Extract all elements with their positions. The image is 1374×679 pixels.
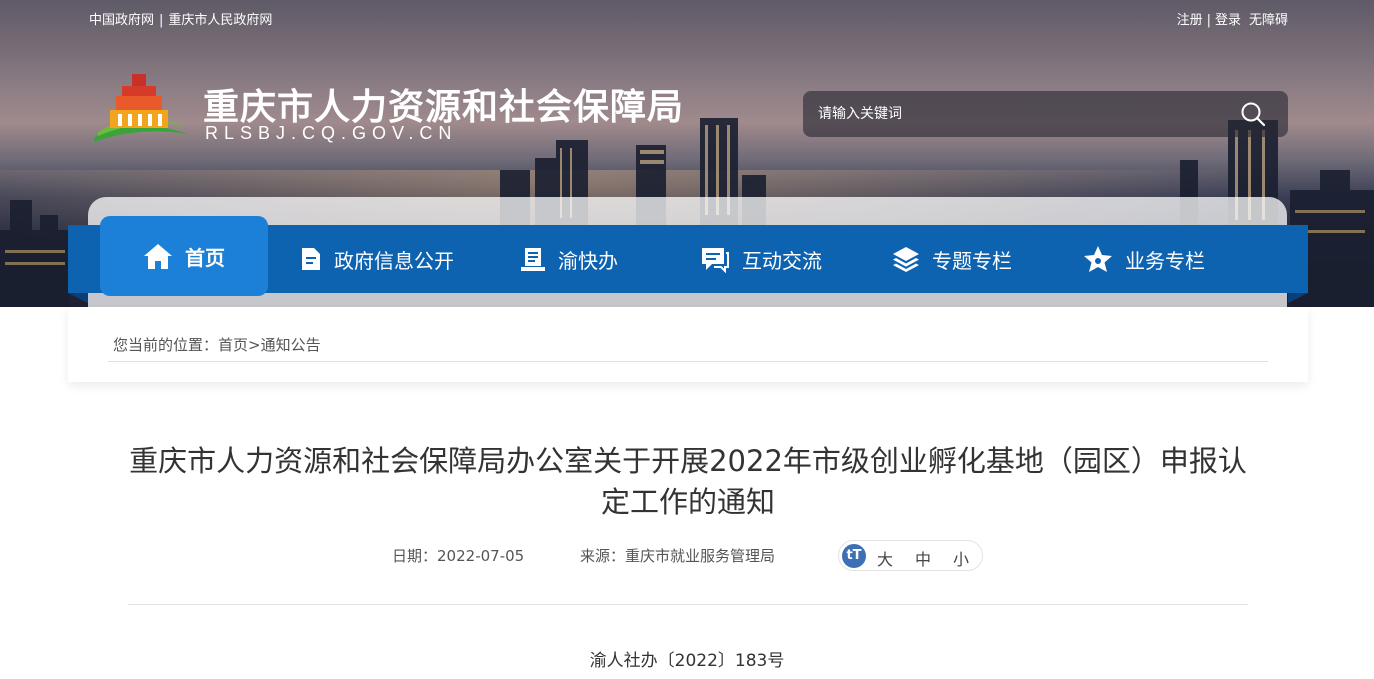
nav-label: 首页 — [185, 245, 225, 270]
accessibility-link[interactable]: 无障碍 — [1249, 13, 1288, 28]
font-size-medium[interactable]: 中 — [915, 546, 931, 570]
article-title: 重庆市人力资源和社会保障局办公室关于开展2022年市级创业孵化基地（园区）申报认… — [129, 444, 1247, 519]
breadcrumb-divider — [108, 361, 1268, 362]
article-source: 来源：重庆市就业服务管理局 — [580, 545, 775, 566]
layers-icon — [893, 247, 919, 272]
font-size-icon: tT — [842, 544, 866, 568]
nav-item-home[interactable]: 首页 — [100, 216, 268, 296]
nav-fold-right — [1288, 293, 1308, 303]
search-box — [803, 91, 1288, 137]
separator: | — [159, 13, 164, 28]
nav-label: 互动交流 — [742, 248, 822, 273]
breadcrumb-home-link[interactable]: 首页 — [218, 336, 248, 354]
register-link[interactable]: 注册 — [1177, 13, 1203, 28]
document-icon — [302, 248, 320, 270]
nav-label: 业务专栏 — [1125, 248, 1205, 273]
breadcrumb-current-link[interactable]: 通知公告 — [261, 336, 321, 354]
nav-item-special-topics[interactable]: 专题专栏 — [892, 225, 1012, 293]
site-domain: RLSBJ.CQ.GOV.CN — [205, 123, 458, 143]
font-size-switcher: tT 大 中 小 — [838, 540, 983, 571]
separator: | — [1206, 13, 1211, 28]
star-icon — [1084, 246, 1112, 272]
article-date: 日期：2022-07-05 — [392, 545, 524, 566]
article-divider — [128, 604, 1248, 605]
nav-item-interaction[interactable]: 互动交流 — [700, 225, 822, 293]
breadcrumb-arrow: > — [248, 336, 261, 354]
nav-fold-left — [68, 293, 88, 303]
chat-icon — [702, 248, 729, 273]
search-input[interactable] — [803, 91, 1223, 137]
nav-item-yukuaiban[interactable]: 渝快办 — [520, 225, 618, 293]
top-links-left: 中国政府网 | 重庆市人民政府网 — [89, 9, 272, 28]
home-icon — [144, 244, 172, 269]
top-links-right: 注册 | 登录 无障碍 — [1177, 9, 1288, 28]
date-value: 2022-07-05 — [437, 547, 525, 565]
date-label: 日期： — [392, 547, 438, 565]
link-cq-gov[interactable]: 重庆市人民政府网 — [168, 13, 272, 28]
document-number: 渝人社办〔2022〕183号 — [589, 651, 785, 671]
nav-item-gov-info[interactable]: 政府信息公开 — [300, 225, 454, 293]
font-size-large[interactable]: 大 — [877, 546, 893, 570]
font-size-small[interactable]: 小 — [953, 546, 969, 570]
login-link[interactable]: 登录 — [1215, 13, 1241, 28]
source-value: 重庆市就业服务管理局 — [625, 547, 776, 565]
site-logo-icon[interactable] — [88, 70, 192, 150]
nav-label: 专题专栏 — [932, 248, 1012, 273]
search-icon[interactable] — [1240, 101, 1266, 127]
breadcrumb-prefix: 您当前的位置： — [113, 336, 219, 354]
book-icon — [521, 248, 545, 271]
link-gov-cn[interactable]: 中国政府网 — [89, 13, 154, 28]
breadcrumb: 您当前的位置：首页>通知公告 — [113, 334, 321, 355]
source-label: 来源： — [580, 547, 626, 565]
nav-label: 渝快办 — [558, 248, 618, 273]
nav-item-business[interactable]: 业务专栏 — [1083, 225, 1205, 293]
nav-label: 政府信息公开 — [334, 248, 454, 273]
